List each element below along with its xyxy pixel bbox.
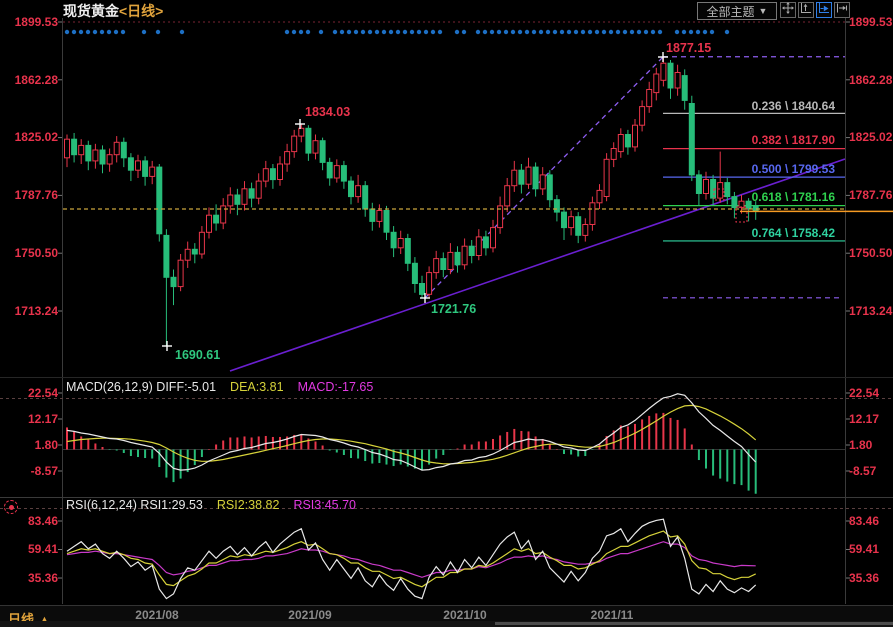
chevron-down-icon: ▼ — [759, 6, 768, 16]
price-axis-label: 1713.24 — [849, 304, 892, 318]
price-axis-label: 1787.76 — [0, 188, 58, 202]
rsi-header: RSI(6,12,24) RSI1:29.53 RSI2:38.82 RSI3:… — [66, 498, 356, 512]
axis-scale-icon — [800, 1, 812, 19]
rsi-axis-label: 83.46 — [0, 514, 58, 528]
macd-axis-label: 22.54 — [0, 386, 58, 400]
page-title: 现货黄金<日线> — [63, 1, 163, 21]
period-tag: <日线> — [119, 3, 163, 19]
x-axis-date: 2021/08 — [135, 608, 178, 622]
theme-dropdown[interactable]: 全部主题 ▼ — [697, 2, 777, 20]
fib-level-label: 0.382 \ 1817.90 — [655, 133, 835, 147]
axis-play-button[interactable] — [816, 2, 832, 18]
swing-high-annotation: 1834.03 — [305, 105, 350, 119]
price-axis-label: 1899.53 — [0, 15, 58, 29]
price-axis-label: 1750.50 — [849, 246, 892, 260]
chart-app-window: 现货黄金<日线> 全部主题 ▼ 1899.53 1862.28 1825.02 … — [0, 0, 893, 627]
theme-dropdown-label: 全部主题 — [707, 3, 755, 20]
macd-dea-value: DEA:3.81 — [230, 380, 284, 394]
price-axis-label: 1825.02 — [0, 130, 58, 144]
rsi3-value: RSI3:45.70 — [293, 498, 356, 512]
macd-hist-value: MACD:-17.65 — [298, 380, 374, 394]
price-axis-label: 1787.76 — [849, 188, 892, 202]
macd-axis-label: 12.17 — [0, 412, 58, 426]
target-dot-icon — [9, 505, 14, 510]
rsi-axis-label: 59.41 — [849, 542, 879, 556]
macd-title-diff: MACD(26,12,9) DIFF:-5.01 — [66, 380, 216, 394]
price-axis-label: 1713.24 — [0, 304, 58, 318]
pan-tool-button[interactable] — [780, 2, 796, 18]
rsi1-value: RSI(6,12,24) RSI1:29.53 — [66, 498, 203, 512]
macd-axis-label: 1.80 — [0, 438, 58, 452]
swing-low-annotation: 1721.76 — [431, 302, 476, 316]
price-axis-label: 1862.28 — [0, 73, 58, 87]
price-axis-label: 1862.28 — [849, 73, 892, 87]
macd-axis-label: 22.54 — [849, 386, 879, 400]
axis-play-icon — [818, 1, 830, 19]
instrument-name: 现货黄金 — [63, 3, 119, 19]
macd-axis-label: 12.17 — [849, 412, 879, 426]
range-scrollbar-thumb[interactable] — [495, 622, 893, 625]
fib-level-label: 0.618 \ 1781.16 — [655, 190, 835, 204]
target-icon[interactable] — [4, 500, 18, 514]
rsi-axis-label: 59.41 — [0, 542, 58, 556]
axis-scale-button[interactable] — [798, 2, 814, 18]
swing-high-annotation: 1877.15 — [666, 41, 711, 55]
macd-header: MACD(26,12,9) DIFF:-5.01 DEA:3.81 MACD:-… — [66, 380, 373, 394]
chart-toolbar — [780, 2, 850, 18]
price-axis-label: 1899.53 — [849, 15, 892, 29]
macd-axis-label: -8.57 — [0, 464, 58, 478]
price-axis-label: 1750.50 — [0, 246, 58, 260]
fib-level-label: 0.236 \ 1840.64 — [655, 99, 835, 113]
rsi2-value: RSI2:38.82 — [217, 498, 280, 512]
rsi-axis-label: 35.36 — [0, 571, 58, 585]
fib-level-label: 0.764 \ 1758.42 — [655, 226, 835, 240]
macd-axis-label: -8.57 — [849, 464, 876, 478]
x-axis-date: 2021/09 — [288, 608, 331, 622]
pan-icon — [782, 1, 794, 19]
x-axis-date: 2021/10 — [443, 608, 486, 622]
x-axis-date: 2021/11 — [591, 608, 634, 622]
macd-axis-label: 1.80 — [849, 438, 872, 452]
rsi-axis-label: 35.36 — [849, 571, 879, 585]
swing-low-annotation: 1690.61 — [175, 348, 220, 362]
pan-right-icon — [836, 1, 848, 19]
pan-right-button[interactable] — [834, 2, 850, 18]
rsi-axis-label: 83.46 — [849, 514, 879, 528]
price-axis-label: 1825.02 — [849, 130, 892, 144]
fib-level-label: 0.500 \ 1799.53 — [655, 162, 835, 176]
